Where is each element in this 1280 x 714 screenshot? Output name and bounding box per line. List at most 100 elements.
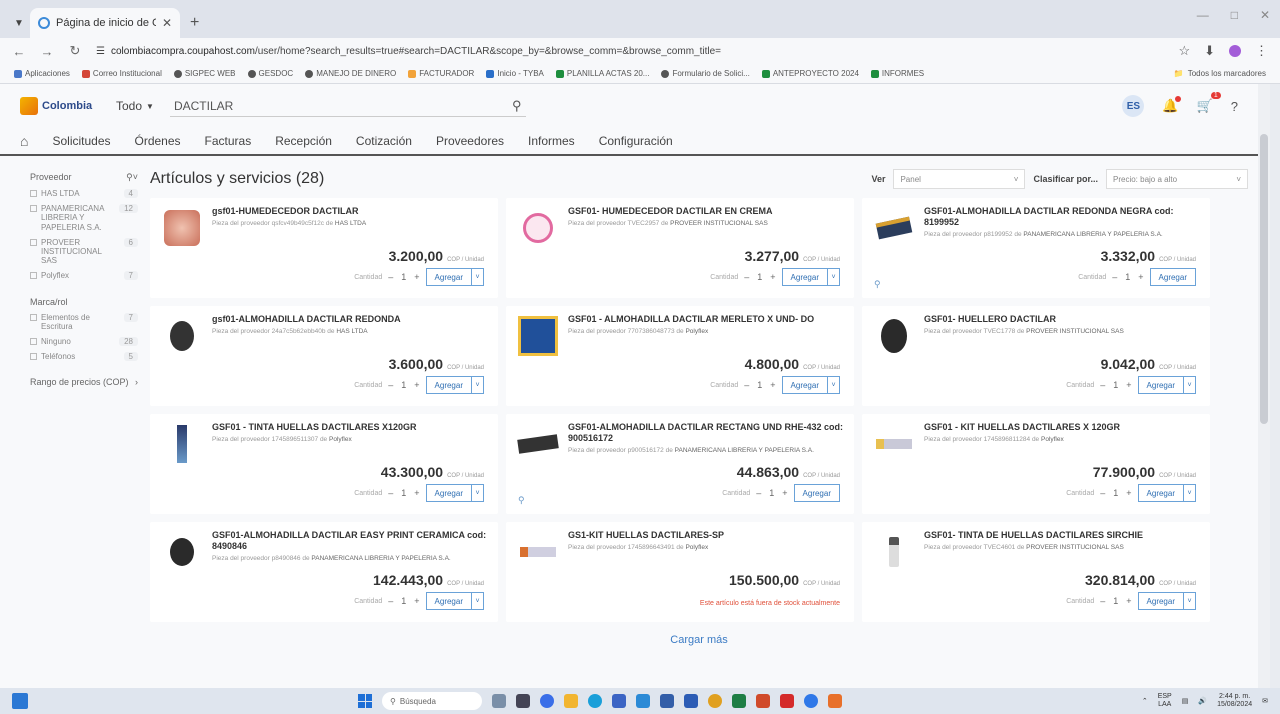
facet-price-range[interactable]: Rango de precios (COP) › [30, 377, 138, 387]
app-icon[interactable] [660, 694, 674, 708]
quantity-stepper[interactable]: – 1 + [1100, 596, 1131, 606]
huellero-icon[interactable] [874, 316, 914, 356]
quantity-value[interactable]: 1 [401, 380, 406, 390]
network-icon[interactable]: ▤ [1182, 697, 1189, 705]
chevron-down-icon[interactable]: ˅ [1183, 593, 1195, 609]
checkbox[interactable] [30, 190, 37, 197]
excel-icon[interactable] [732, 694, 746, 708]
add-to-cart-button[interactable]: Agregar [1149, 268, 1196, 286]
app-orange-icon[interactable] [828, 694, 842, 708]
chevron-down-icon[interactable]: ˅ [1183, 485, 1195, 501]
all-bookmarks[interactable]: 📁 Todos los marcadores [1174, 69, 1266, 78]
search-scope-dropdown[interactable]: Todo ▼ [116, 99, 154, 113]
quantity-value[interactable]: 1 [401, 272, 406, 282]
nav-informes[interactable]: Informes [528, 134, 575, 148]
browser-tab[interactable]: Página de inicio de Coupa ✕ [30, 8, 180, 38]
bookmark-item[interactable]: Formulario de Solici... [661, 69, 750, 78]
bookmark-item[interactable]: SIGPEC WEB [173, 69, 236, 78]
notifications-bell-icon[interactable]: 🔔 [1162, 96, 1181, 114]
facet-item[interactable]: Teléfonos 5 [30, 352, 138, 362]
search-icon[interactable]: ⚲ [512, 98, 522, 114]
bookmark-item[interactable]: ANTEPROYECTO 2024 [761, 69, 859, 78]
search-filter-icon[interactable]: ⚲˅ [126, 172, 138, 183]
ink-tube-icon[interactable] [162, 424, 202, 464]
quantity-value[interactable]: 1 [401, 488, 406, 498]
add-to-cart-button[interactable]: Agregar ˅ [781, 376, 840, 394]
url-field[interactable]: ☰ colombiacompra.coupahost.com/user/home… [96, 46, 1164, 57]
decrement-icon[interactable]: – [1100, 380, 1105, 390]
taskbar-search[interactable]: ⚲ Búsqueda [382, 692, 482, 710]
quantity-value[interactable]: 1 [757, 380, 762, 390]
chevron-down-icon[interactable]: ˅ [1183, 377, 1195, 393]
acrobat-icon[interactable] [780, 694, 794, 708]
increment-icon[interactable]: + [1138, 272, 1143, 282]
quantity-stepper[interactable]: – 1 + [1100, 488, 1131, 498]
teams-icon[interactable] [540, 694, 554, 708]
download-icon[interactable]: ⬇ [1204, 43, 1215, 59]
decrement-icon[interactable]: – [388, 596, 393, 606]
add-to-cart-button[interactable]: Agregar [793, 484, 840, 502]
chevron-down-icon[interactable]: ˅ [471, 269, 483, 285]
pink-pad-icon[interactable] [162, 208, 202, 248]
bookmark-item[interactable]: FACTURADOR [408, 69, 474, 78]
product-title[interactable]: GSF01- HUMEDECEDOR DACTILAR EN CREMA [568, 206, 844, 217]
increment-icon[interactable]: + [782, 488, 787, 498]
outlook-icon[interactable] [636, 694, 650, 708]
chevron-down-icon[interactable]: ˅ [471, 593, 483, 609]
nav-cotizacion[interactable]: Cotización [356, 134, 412, 148]
quantity-value[interactable]: 1 [1113, 380, 1118, 390]
round-pad-icon[interactable] [162, 316, 202, 356]
notifications-icon[interactable]: ✉ [1262, 697, 1268, 705]
product-title[interactable]: GSF01- HUELLERO DACTILAR [924, 314, 1200, 325]
store-icon[interactable] [612, 694, 626, 708]
search-input[interactable] [169, 95, 526, 117]
reload-icon[interactable]: ↻ [68, 43, 82, 59]
decrement-icon[interactable]: – [1100, 488, 1105, 498]
powerpoint-icon[interactable] [756, 694, 770, 708]
rect-pad-icon[interactable] [517, 424, 559, 464]
volume-icon[interactable]: 🔊 [1198, 697, 1207, 705]
forward-icon[interactable]: → [40, 44, 54, 59]
facet-item[interactable]: PANAMERICANA LIBRERIA Y PAPELERIA S.A. 12 [30, 204, 138, 232]
chrome-icon[interactable] [708, 694, 722, 708]
bookmark-item[interactable]: MANEJO DE DINERO [305, 69, 396, 78]
profile-icon[interactable] [1229, 45, 1241, 57]
chevron-down-icon[interactable]: ˅ [827, 377, 839, 393]
bookmark-star-icon[interactable]: ☆ [1178, 43, 1190, 59]
decrement-icon[interactable]: – [744, 272, 749, 282]
checkbox[interactable] [30, 205, 37, 213]
decrement-icon[interactable]: – [388, 380, 393, 390]
maximize-icon[interactable]: □ [1231, 8, 1238, 22]
load-more-link[interactable]: Cargar más [150, 634, 1248, 646]
zoom-icon[interactable]: ⚲ [874, 279, 881, 290]
facet-item[interactable]: HAS LTDA 4 [30, 189, 138, 198]
checkbox[interactable] [30, 337, 37, 345]
quantity-stepper[interactable]: – 1 + [756, 488, 787, 498]
new-tab-icon[interactable]: + [180, 8, 209, 38]
browser-menu-icon[interactable]: ⋮ [1255, 43, 1268, 59]
product-title[interactable]: gsf01-ALMOHADILLA DACTILAR REDONDA [212, 314, 488, 325]
folder-icon[interactable] [564, 694, 578, 708]
chevron-down-icon[interactable]: ˅ [471, 377, 483, 393]
bookmark-item[interactable]: Aplicaciones [14, 69, 70, 78]
product-title[interactable]: GSF01-ALMOHADILLA DACTILAR RECTANG UND R… [568, 422, 844, 444]
decrement-icon[interactable]: – [388, 488, 393, 498]
product-title[interactable]: GSF01 - ALMOHADILLA DACTILAR MERLETO X U… [568, 314, 844, 325]
nav-solicitudes[interactable]: Solicitudes [52, 134, 110, 148]
quantity-stepper[interactable]: – 1 + [1112, 272, 1143, 282]
clock[interactable]: 2:44 p. m. 15/08/2024 [1217, 693, 1252, 708]
sort-select[interactable]: Precio: bajo a alto ˅ [1106, 169, 1248, 189]
app-blue-icon[interactable] [804, 694, 818, 708]
add-to-cart-button[interactable]: Agregar ˅ [1137, 484, 1196, 502]
quantity-value[interactable]: 1 [769, 488, 774, 498]
product-title[interactable]: GSF01-ALMOHADILLA DACTILAR EASY PRINT CE… [212, 530, 488, 552]
merleto-pad-icon[interactable] [518, 316, 558, 356]
nav-proveedores[interactable]: Proveedores [436, 134, 504, 148]
decrement-icon[interactable]: – [744, 380, 749, 390]
logo[interactable]: Colombia [20, 97, 100, 115]
word-icon[interactable] [684, 694, 698, 708]
increment-icon[interactable]: + [1126, 488, 1131, 498]
increment-icon[interactable]: + [1126, 380, 1131, 390]
quantity-stepper[interactable]: – 1 + [744, 380, 775, 390]
quantity-value[interactable]: 1 [757, 272, 762, 282]
